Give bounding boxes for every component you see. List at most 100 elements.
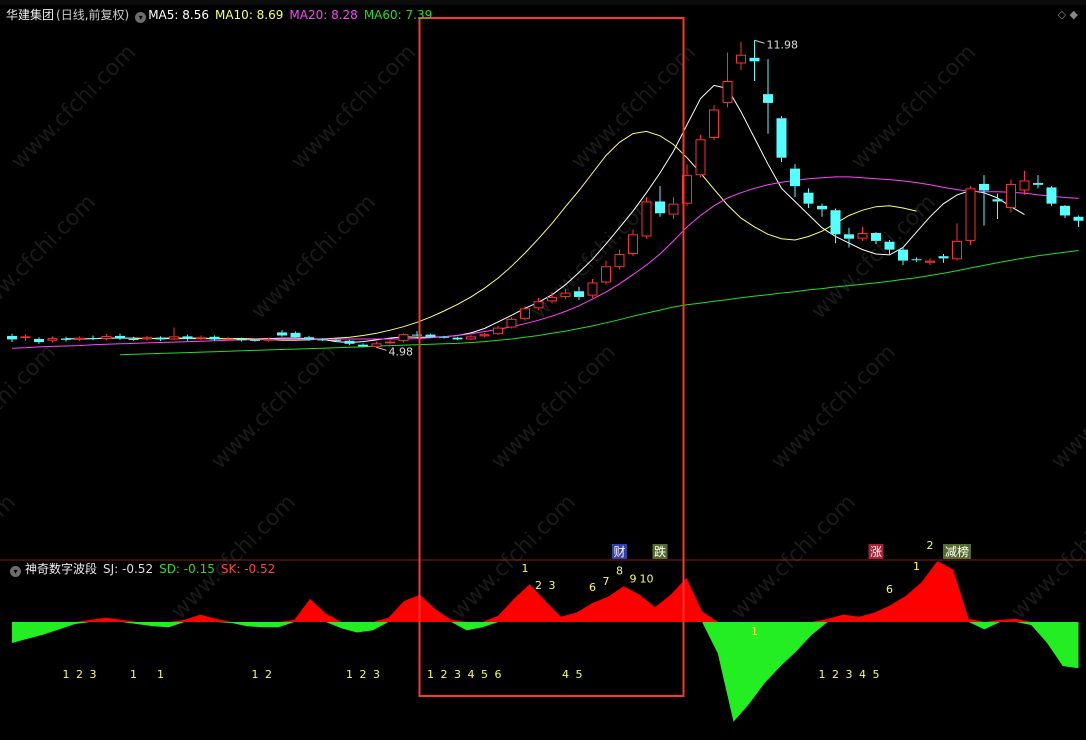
candle: [655, 186, 665, 217]
candle-body: [290, 332, 301, 338]
candle-body: [277, 332, 287, 336]
watermark-text: www.cfchi.com: [1007, 490, 1086, 624]
candle-body: [155, 337, 166, 340]
candle-body: [236, 338, 247, 341]
event-tag: 跌: [652, 544, 668, 559]
candle-body: [803, 192, 814, 204]
candle-body: [938, 256, 949, 259]
chart-mode: (日线,前复权): [56, 8, 130, 22]
candle: [776, 116, 787, 163]
candle-body: [47, 338, 58, 341]
candle: [101, 334, 112, 341]
watermark-text: www.cfchi.com: [167, 490, 301, 624]
candle: [182, 334, 193, 341]
candle: [952, 223, 962, 261]
candle-body: [574, 291, 584, 297]
wave-count-label: 2: [265, 668, 272, 681]
candle: [61, 336, 71, 342]
candle: [344, 339, 355, 346]
event-tag-label: 减榜: [945, 544, 969, 559]
wave-count-label: 3: [549, 579, 556, 592]
wave-count-label: 1: [522, 562, 529, 575]
candle-body: [385, 341, 395, 344]
collapse-toggle-icon[interactable]: ▾: [135, 12, 147, 23]
watermark-text: www.cfchi.com: [767, 340, 901, 474]
event-tag-label: 跌: [654, 544, 666, 559]
candle-body: [506, 318, 517, 328]
watermark-text: www.cfchi.com: [1047, 340, 1086, 474]
wave-count-label: 2: [441, 668, 448, 681]
candle-body: [209, 336, 220, 340]
candle-body: [169, 336, 179, 340]
candle-body: [358, 344, 368, 347]
candle-body: [830, 210, 841, 235]
diamond-icon[interactable]: ◇: [1058, 8, 1066, 21]
wave-count-label: 8: [616, 564, 623, 577]
candle-body: [182, 336, 193, 339]
candle: [385, 340, 395, 345]
candle: [1046, 186, 1057, 206]
candle: [1033, 175, 1043, 189]
candle-body: [250, 339, 260, 341]
ma-label-2: MA20: 8.28: [289, 8, 358, 22]
candle-body: [317, 339, 328, 341]
wave-count-label: 6: [589, 581, 596, 594]
event-tag-label: 涨: [870, 544, 882, 559]
candle-body: [479, 334, 490, 337]
candle-body: [1073, 216, 1084, 221]
candle: [925, 258, 935, 265]
candle: [371, 341, 382, 348]
watermark-text: www.cfchi.com: [807, 190, 941, 324]
candle: [466, 335, 476, 341]
main-panel-header: 华建集团 (日线,前复权) ▾ MA5: 8.56 MA10: 8.69 MA20: 8.…: [6, 7, 440, 23]
watermark-text: www.cfchi.com: [0, 340, 61, 474]
candle-body: [871, 232, 881, 241]
candle: [641, 197, 652, 239]
candle-body: [1006, 183, 1016, 209]
candle-body: [304, 337, 314, 340]
wave-count-label: 1: [130, 668, 137, 681]
wave-count-label: 2: [927, 539, 934, 552]
candle-body: [628, 234, 638, 255]
wave-count-label: 5: [576, 668, 583, 681]
candle: [614, 249, 625, 270]
low-price-label: 4.98: [389, 345, 414, 358]
candle-body: [398, 334, 409, 342]
candle-body: [898, 249, 908, 261]
candle: [668, 197, 679, 219]
indicator-toggle-icon[interactable]: ▾: [10, 566, 21, 577]
wave-count-label: 1: [819, 668, 826, 681]
candle-body: [668, 203, 679, 215]
wave-count-label: 6: [886, 583, 893, 596]
candle-body: [88, 338, 98, 340]
candle-body: [992, 199, 1003, 202]
candle: [20, 334, 31, 341]
wave-count-label: 1: [751, 625, 758, 638]
candle-body: [439, 336, 449, 338]
indicator-value-1: SD: -0.15: [159, 562, 215, 576]
ma-label-0: MA5: 8.56: [148, 8, 209, 22]
candle: [88, 335, 98, 341]
candle-body: [763, 94, 773, 103]
candle-body: [790, 168, 800, 187]
watermark-text: www.cfchi.com: [0, 190, 101, 324]
candle-body: [722, 81, 733, 103]
candle: [493, 325, 503, 336]
candle: [277, 330, 287, 337]
wave-count-label: 6: [495, 668, 502, 681]
settings-icon[interactable]: ◆: [1070, 8, 1078, 21]
candle-body: [493, 327, 503, 335]
candle-body: [587, 282, 598, 296]
wave-count-label: 4: [859, 668, 866, 681]
candle: [1060, 204, 1070, 219]
event-tag-label: 财: [613, 545, 625, 559]
wave-count-label: 7: [603, 575, 610, 588]
indicator-values: SJ: -0.52 SD: -0.15 SK: -0.52: [103, 562, 281, 576]
candle: [290, 331, 301, 339]
candle: [587, 278, 598, 298]
watermark-text: www.cfchi.com: [727, 490, 861, 624]
watermark-text: www.cfchi.com: [567, 40, 701, 174]
event-tag: 减榜: [943, 544, 971, 559]
candle-body: [1019, 180, 1030, 191]
candle-body: [74, 337, 85, 340]
